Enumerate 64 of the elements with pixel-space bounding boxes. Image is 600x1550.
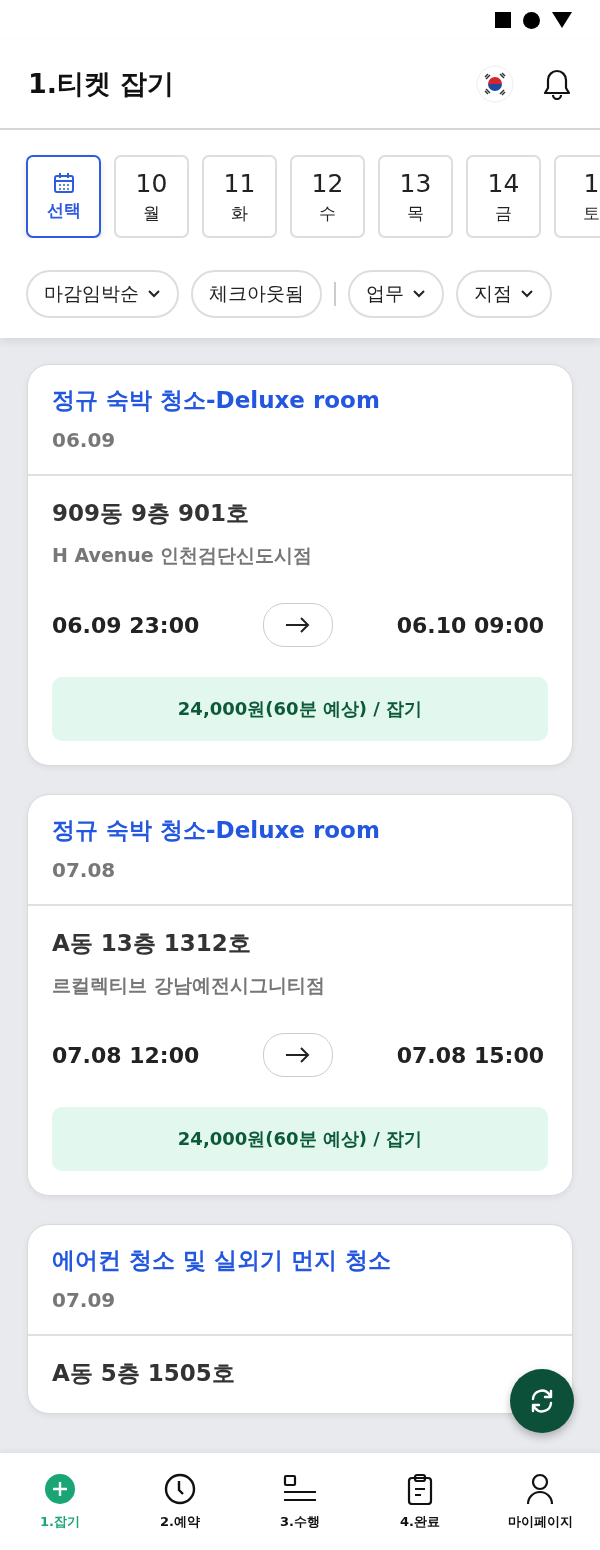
notification-bell-icon[interactable] xyxy=(542,68,572,100)
start-time: 07.08 12:00 xyxy=(52,1042,200,1068)
grab-button[interactable]: 24,000원(60분 예상) / 잡기 xyxy=(52,677,548,741)
ticket-date: 07.08 xyxy=(52,858,117,882)
date-picker-button[interactable]: 선택 xyxy=(26,155,101,238)
grab-button[interactable]: 24,000원(60분 예상) / 잡기 xyxy=(52,1107,548,1171)
ticket-card[interactable]: 정규 숙박 청소-Deluxe room 07.08 A동 13층 1312호 르컬렉티브 강남예전시그니티점 07.08 12:00 07.08 15:00 24,000원(60분 예상) / 잡기 xyxy=(27,794,573,1196)
status-circle-icon xyxy=(523,11,540,29)
flag-icon[interactable] xyxy=(476,65,514,103)
date-button[interactable]: 14 금 xyxy=(466,155,541,238)
day-number: 12 xyxy=(311,168,344,198)
weekday-label: 수 xyxy=(319,201,336,225)
ticket-title: 에어컨 청소 및 실외기 먼지 청소 xyxy=(52,1246,393,1275)
filter-dropdown[interactable]: 지점 xyxy=(456,270,552,318)
chevron-down-icon xyxy=(147,289,161,299)
room-number: 909동 9층 901호 xyxy=(52,499,251,528)
date-button[interactable]: 1 토 xyxy=(554,155,600,238)
day-number: 1 xyxy=(583,168,600,198)
nav-tab[interactable]: 4.완료 xyxy=(360,1453,480,1550)
nav-tab[interactable]: 2.예약 xyxy=(120,1453,240,1550)
status-triangle-icon xyxy=(552,12,572,28)
person-icon xyxy=(524,1472,556,1505)
day-number: 13 xyxy=(399,168,432,198)
ticket-title: 정규 숙박 청소-Deluxe room xyxy=(52,386,381,415)
picker-label: 선택 xyxy=(46,199,81,222)
filter-dropdown[interactable]: 마감임박순 xyxy=(26,270,179,318)
end-time: 07.08 15:00 xyxy=(396,1042,544,1068)
filter-chip[interactable]: 체크아웃됨 xyxy=(191,270,322,318)
status-square-icon xyxy=(495,12,511,28)
branch-name: H Avenue 인천검단신도시점 xyxy=(52,543,314,568)
nav-tab[interactable]: 마이페이지 xyxy=(480,1453,600,1550)
chevron-down-icon xyxy=(520,289,534,299)
day-number: 11 xyxy=(223,168,256,198)
right-arrow-icon xyxy=(285,617,311,633)
date-button[interactable]: 10 월 xyxy=(114,155,189,238)
ticket-title: 정규 숙박 청소-Deluxe room xyxy=(52,816,381,845)
weekday-label: 토 xyxy=(583,201,600,225)
day-number: 10 xyxy=(135,168,168,198)
ticket-date: 06.09 xyxy=(52,428,117,452)
date-button[interactable]: 11 화 xyxy=(202,155,277,238)
ticket-date: 07.09 xyxy=(52,1288,117,1312)
weekday-label: 화 xyxy=(231,201,248,225)
right-arrow-icon xyxy=(285,1047,311,1063)
weekday-label: 월 xyxy=(143,201,160,225)
room-number: A동 13층 1312호 xyxy=(52,929,252,958)
calendar-icon xyxy=(51,171,76,195)
branch-name: 르컬렉티브 강남예전시그니티점 xyxy=(52,973,326,998)
weekday-label: 금 xyxy=(495,201,512,225)
filter-dropdown[interactable]: 업무 xyxy=(348,270,444,318)
clipboard-icon xyxy=(406,1472,434,1505)
plus-icon xyxy=(44,1472,76,1505)
ticket-card[interactable]: 정규 숙박 청소-Deluxe room 06.09 909동 9층 901호 H Avenue 인천검단신도시점 06.09 23:00 06.10 09:00 24,000원(60분 예상) / 잡기 xyxy=(27,364,573,766)
date-button[interactable]: 13 목 xyxy=(378,155,453,238)
end-time: 06.10 09:00 xyxy=(396,612,544,638)
date-button[interactable]: 12 수 xyxy=(290,155,365,238)
day-number: 14 xyxy=(487,168,520,198)
page-title: 1.티켓 잡기 xyxy=(28,67,176,101)
weekday-label: 목 xyxy=(407,201,424,225)
nav-tab[interactable]: 3.수행 xyxy=(240,1453,360,1550)
ticket-card[interactable]: 에어컨 청소 및 실외기 먼지 청소 07.09 A동 5층 1505호 xyxy=(27,1224,573,1414)
start-time: 06.09 23:00 xyxy=(52,612,200,638)
room-number: A동 5층 1505호 xyxy=(52,1359,236,1388)
clock-icon xyxy=(164,1472,196,1505)
chevron-down-icon xyxy=(412,289,426,299)
